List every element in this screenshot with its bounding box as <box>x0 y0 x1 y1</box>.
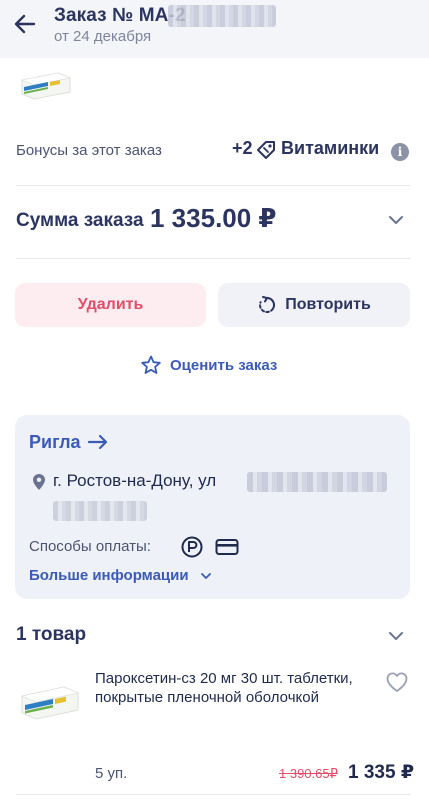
item-price: 1 335 ₽ <box>348 762 415 783</box>
chevron-down-icon[interactable] <box>386 626 406 646</box>
product-image <box>21 686 79 720</box>
order-title: Заказ № МА-2 <box>54 5 186 26</box>
divider <box>16 794 410 795</box>
item-quantity: 5 уп. <box>95 765 128 782</box>
arrow-right-icon[interactable] <box>87 433 109 451</box>
tag-icon <box>257 141 275 159</box>
order-number-redacted <box>168 5 276 27</box>
bonus-label: Бонусы за этот заказ <box>16 142 162 159</box>
product-name-link[interactable]: Пароксетин-сз 20 мг 30 шт. таблетки, пок… <box>95 669 365 707</box>
bonus-name: Витаминки <box>281 138 380 158</box>
bonus-row: Бонусы за этот заказ +2 Витаминки <box>0 126 429 176</box>
app-header: Заказ № МА-2 от 24 декабря <box>0 0 429 58</box>
bonus-value: +2 <box>232 138 253 158</box>
product-image <box>20 72 72 100</box>
store-name-link[interactable]: Ригла <box>29 432 81 453</box>
more-info-link[interactable]: Больше информации <box>29 567 189 584</box>
address-redacted <box>247 472 387 492</box>
store-address: г. Ростов-на-Дону, ул <box>53 471 217 490</box>
card-payment-icon <box>215 539 239 555</box>
points-payment-icon <box>181 536 203 558</box>
address-redacted <box>53 501 147 521</box>
item-old-price: 1 390.65₽ <box>279 766 338 781</box>
location-pin-icon <box>33 474 45 490</box>
repeat-button-label: Повторить <box>285 296 371 313</box>
back-arrow-icon[interactable] <box>12 11 38 37</box>
order-sum-label: Сумма заказа <box>16 210 144 231</box>
chevron-down-icon[interactable] <box>386 210 406 230</box>
delete-button-label: Удалить <box>77 296 144 313</box>
items-title: 1 товар <box>16 624 87 645</box>
payment-methods-label: Способы оплаты: <box>29 538 151 555</box>
info-icon[interactable]: i <box>391 143 409 161</box>
repeat-icon <box>259 296 276 313</box>
divider <box>16 258 410 259</box>
repeat-button[interactable]: Повторить <box>218 283 410 327</box>
rate-order-label: Оценить заказ <box>170 356 278 374</box>
star-icon <box>141 355 161 374</box>
store-card: Ригла г. Ростов-на-Дону, ул Способы опла… <box>15 415 410 599</box>
rate-order-button[interactable]: Оценить заказ <box>140 353 277 377</box>
divider <box>16 185 410 186</box>
delete-button[interactable]: Удалить <box>15 283 206 327</box>
chevron-down-icon[interactable] <box>199 569 213 583</box>
order-date: от 24 декабря <box>54 28 152 45</box>
heart-icon[interactable] <box>385 671 409 693</box>
order-sum-value: 1 335.00 ₽ <box>150 203 277 233</box>
